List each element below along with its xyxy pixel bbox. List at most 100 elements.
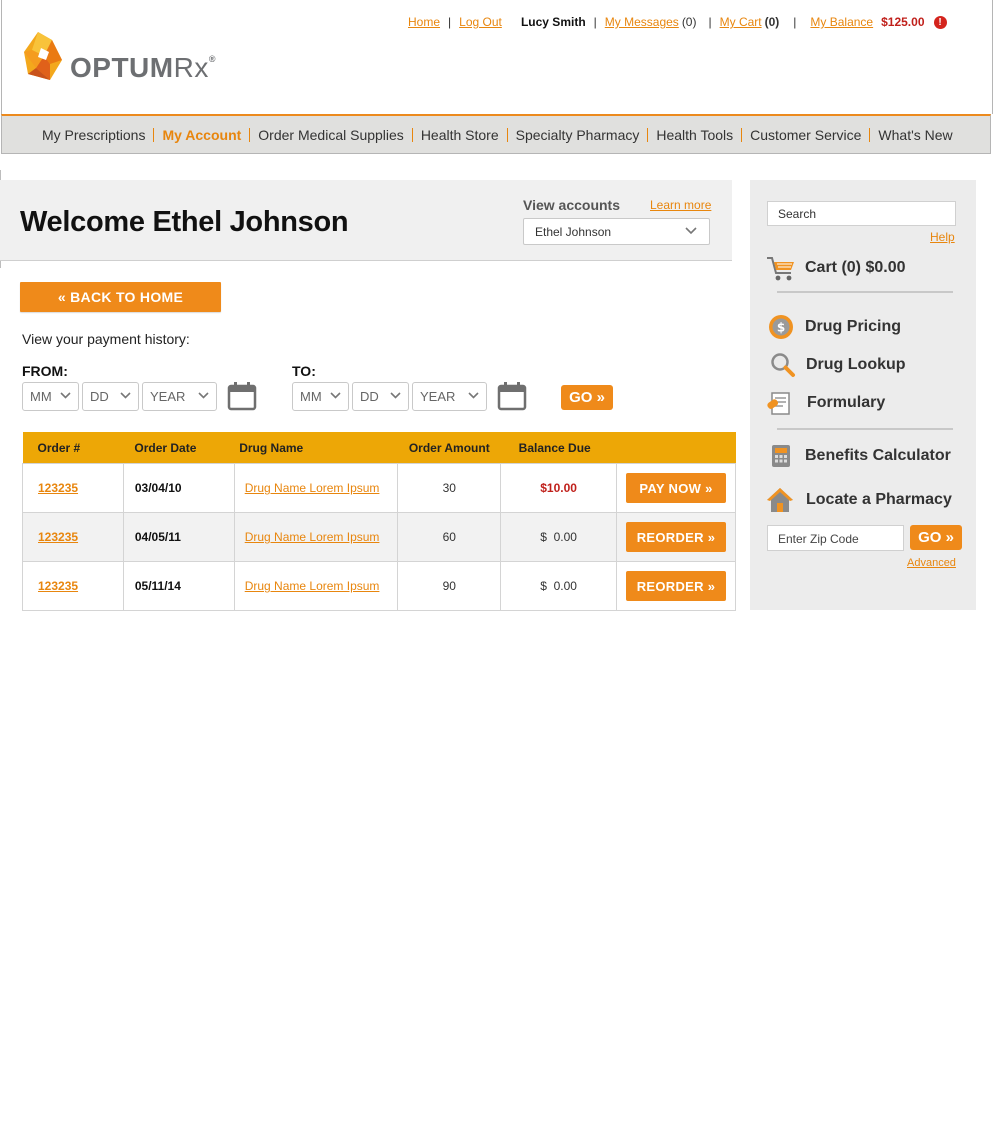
table-row: 123235 05/11/14 Drug Name Lorem Ipsum 90… [22,561,736,611]
col-order-amount: Order Amount [397,432,501,464]
cart-icon [767,257,794,281]
my-cart-link[interactable]: My Cart [720,15,762,29]
logout-link[interactable]: Log Out [459,15,502,29]
nav-my-account[interactable]: My Account [154,128,249,142]
search-placeholder: Search [778,207,817,221]
account-select[interactable]: Ethel Johnson [523,218,710,245]
dollar-coin-icon: $ [769,315,793,339]
pay-now-button[interactable]: PAY NOW » [626,473,726,503]
sidebar-divider [777,428,953,430]
separator: | [793,15,797,29]
my-balance-link[interactable]: My Balance [810,15,873,29]
view-accounts-label: View accounts [523,197,621,213]
benefits-calculator-label: Benefits Calculator [805,447,951,464]
site-header: OPTUMRx® Home | Log Out | Lucy Smith | M… [1,0,993,114]
magnifier-icon [771,353,795,377]
order-id-link[interactable]: 123235 [38,579,78,593]
user-name: Lucy Smith [520,15,586,29]
logo-mark-icon [24,32,62,80]
calendar-icon[interactable] [227,381,257,411]
order-id-link[interactable]: 123235 [38,530,78,544]
nav-health-tools[interactable]: Health Tools [648,128,741,142]
separator: | [448,15,452,29]
cart-summary: Cart (0) $0.00 [805,259,906,276]
search-input[interactable]: Search [767,201,956,226]
from-year-value: YEAR [150,389,186,404]
balance-amount: $125.00 [881,15,925,29]
table-header-row: Order # Order Date Drug Name Order Amoun… [22,432,736,464]
drug-name-link[interactable]: Drug Name Lorem Ipsum [245,481,380,495]
sidebar-drug-pricing[interactable]: $ Drug Pricing [768,314,901,340]
from-year-select[interactable]: YEAR [142,382,217,411]
sidebar-locate-pharmacy[interactable]: Locate a Pharmacy [766,486,952,514]
sidebar-drug-lookup[interactable]: Drug Lookup [770,352,906,378]
nav-order-medical-supplies[interactable]: Order Medical Supplies [250,128,412,142]
action-cell: REORDER » [616,561,736,611]
drug-lookup-label: Drug Lookup [806,356,906,373]
sidebar-formulary[interactable]: Formulary [766,390,885,416]
zip-code-input[interactable]: Enter Zip Code [767,525,904,551]
locate-pharmacy-label: Locate a Pharmacy [806,491,952,508]
col-order-number: Order # [22,432,124,464]
history-go-button[interactable]: GO » [561,385,613,410]
from-day-select[interactable]: DD [82,382,139,411]
col-drug-name: Drug Name [234,432,398,464]
order-id-link[interactable]: 123235 [38,481,78,495]
order-date-cell: 04/05/11 [122,512,235,562]
house-icon [767,488,793,512]
calendar-icon[interactable] [497,381,527,411]
page-title: Welcome Ethel Johnson [20,206,349,238]
nav-my-prescriptions[interactable]: My Prescriptions [34,128,153,142]
learn-more-link[interactable]: Learn more [650,198,711,212]
from-month-select[interactable]: MM [22,382,79,411]
svg-text:$: $ [777,321,785,335]
drug-name-cell: Drug Name Lorem Ipsum [233,463,399,513]
drug-name-cell: Drug Name Lorem Ipsum [233,512,399,562]
nav-health-store[interactable]: Health Store [413,128,507,142]
pharmacy-go-button[interactable]: GO » [910,525,962,550]
to-day-select[interactable]: DD [352,382,409,411]
drug-name-cell: Drug Name Lorem Ipsum [233,561,399,611]
order-id-cell: 123235 [22,561,124,611]
sidebar-benefits-calculator[interactable]: Benefits Calculator [770,443,951,469]
messages-count: (0) [681,15,697,29]
to-year-value: YEAR [420,389,456,404]
formulary-label: Formulary [807,394,886,411]
nav-whats-new[interactable]: What's New [870,128,960,142]
my-messages-link[interactable]: My Messages [605,15,679,29]
drug-name-link[interactable]: Drug Name Lorem Ipsum [245,579,380,593]
chevron-down-icon [120,392,131,399]
account-select-value: Ethel Johnson [535,225,612,239]
home-link[interactable]: Home [408,15,440,29]
calculator-icon [772,445,790,467]
sidebar-divider [777,291,953,293]
chevron-down-icon [468,392,479,399]
to-year-select[interactable]: YEAR [412,382,487,411]
back-to-home-button[interactable]: « BACK TO HOME [20,282,221,312]
order-date-cell: 03/04/10 [122,463,235,513]
reorder-button[interactable]: REORDER » [626,571,726,601]
advanced-search-link[interactable]: Advanced [907,557,956,569]
table-row: 123235 03/04/10 Drug Name Lorem Ipsum 30… [22,463,736,513]
chevron-down-icon [60,392,71,399]
order-id-cell: 123235 [22,512,124,562]
table-row: 123235 04/05/11 Drug Name Lorem Ipsum 60… [22,512,736,562]
to-month-select[interactable]: MM [292,382,349,411]
balance-due-cell: $ 0.00 [500,561,618,611]
action-cell: REORDER » [616,512,736,562]
chevron-down-icon [685,227,697,235]
help-link[interactable]: Help [930,230,955,244]
nav-customer-service[interactable]: Customer Service [742,128,869,142]
to-month-value: MM [300,389,322,404]
payment-history-label: View your payment history: [22,331,190,347]
alert-icon[interactable]: ! [933,15,947,29]
optumrx-logo[interactable]: OPTUMRx® [22,30,222,86]
sidebar-cart[interactable]: Cart (0) $0.00 [766,254,906,282]
from-month-value: MM [30,389,52,404]
reorder-button[interactable]: REORDER » [626,522,726,552]
drug-name-link[interactable]: Drug Name Lorem Ipsum [245,530,380,544]
col-action [616,432,736,464]
col-order-date: Order Date [123,432,235,464]
nav-specialty-pharmacy[interactable]: Specialty Pharmacy [508,128,648,142]
balance-due-cell: $ 0.00 [500,512,618,562]
